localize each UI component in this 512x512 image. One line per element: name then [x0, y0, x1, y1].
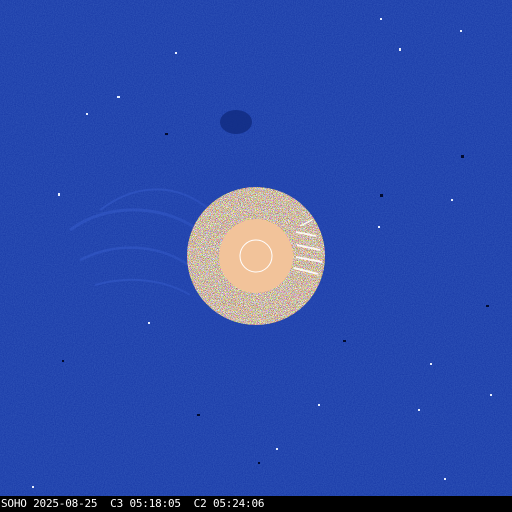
caption-bar: SOHO 2025-08-25 C3 05:18:05 C2 05:24:06 [0, 496, 512, 512]
coronagraph-composite: SOHO 2025-08-25 C3 05:18:05 C2 05:24:06 [0, 0, 512, 512]
coronagraph-image [0, 0, 512, 496]
timestamp-caption: SOHO 2025-08-25 C3 05:18:05 C2 05:24:06 [1, 497, 265, 510]
occulter [219, 219, 293, 293]
